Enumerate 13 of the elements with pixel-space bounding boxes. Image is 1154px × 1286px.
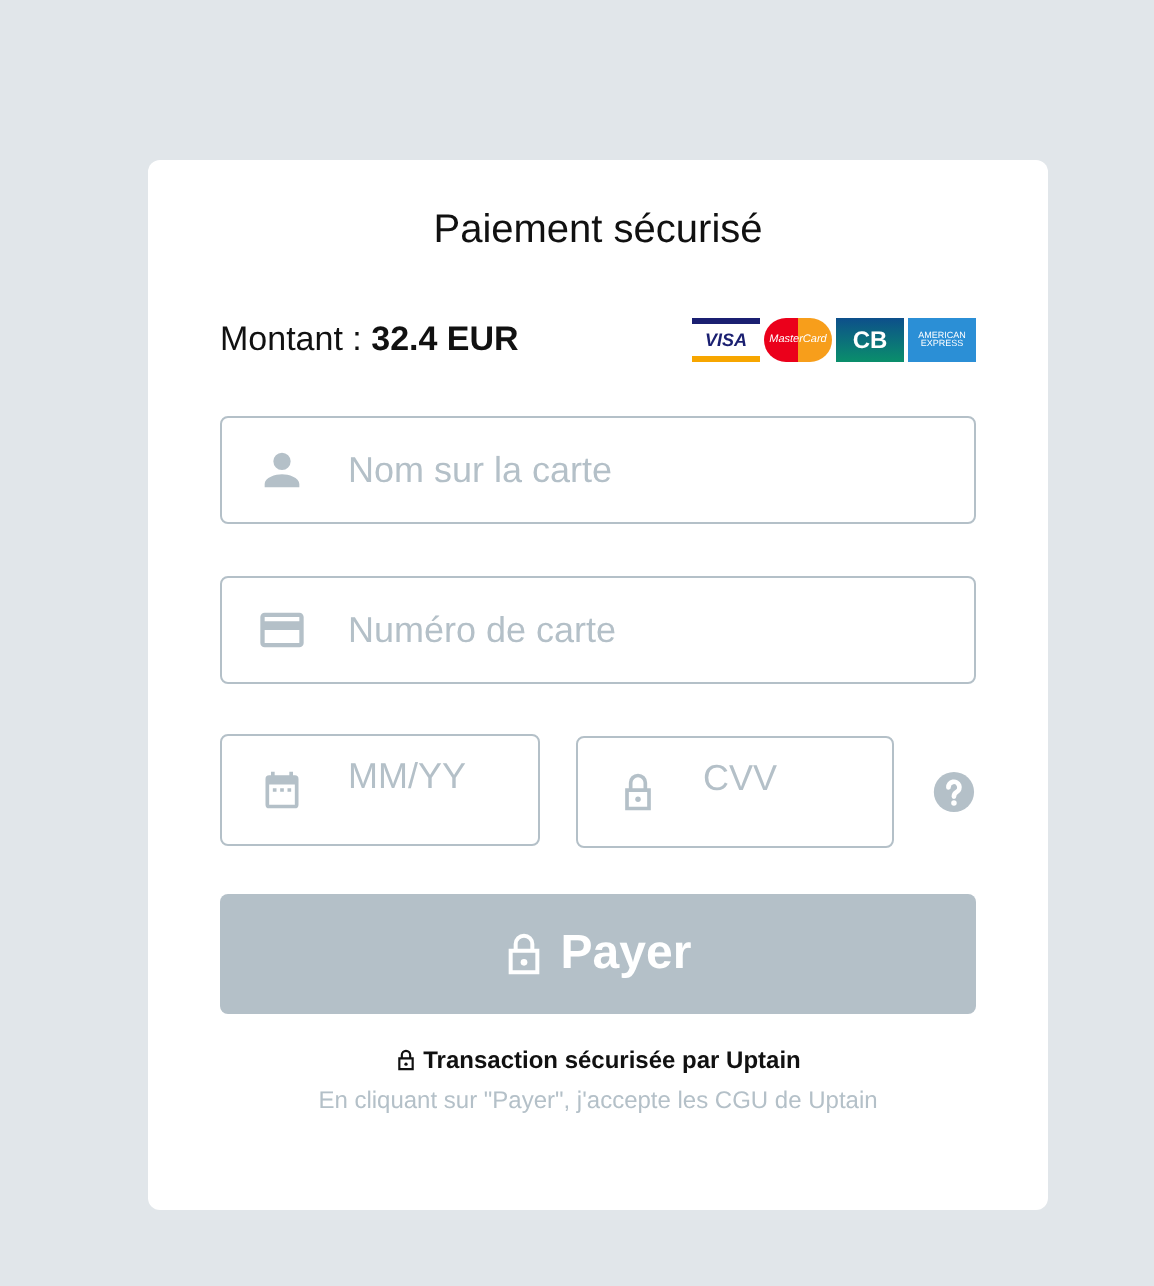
visa-logo: VISA — [692, 318, 760, 362]
input-field[interactable]: Nom sur la carte — [220, 416, 976, 524]
card-title: Paiement sécurisé — [431, 208, 765, 256]
secure-note: Transaction sécurisée par Uptain — [423, 1046, 801, 1074]
help-icon[interactable] — [932, 770, 976, 814]
amount-text: Montant : 32.4 EUR — [220, 320, 519, 360]
cb-logo: CB — [836, 318, 904, 362]
lock-icon — [504, 930, 545, 978]
input-field[interactable]: Numéro de carte — [220, 576, 976, 684]
input-field[interactable]: MM/YY — [220, 734, 540, 846]
input-field[interactable]: CVV — [575, 736, 895, 848]
terms-text: En cliquant sur "Payer", j'accepte les CGU de Uptain — [316, 1086, 880, 1114]
lock-icon — [395, 1048, 416, 1072]
